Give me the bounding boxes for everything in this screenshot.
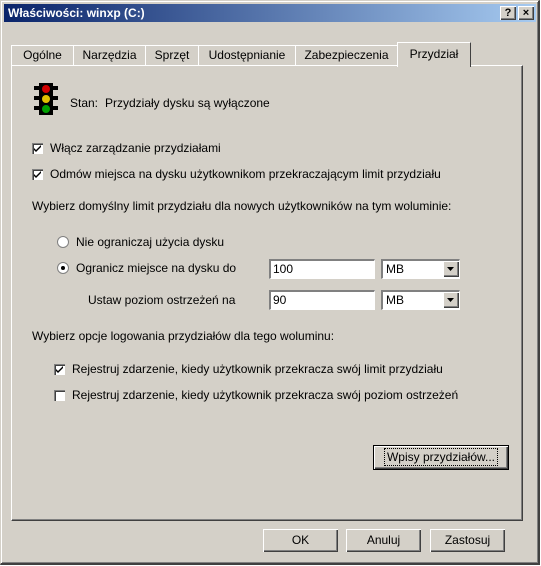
status-label: Stan: [70,96,99,110]
limit-unit-select[interactable]: MB [381,259,460,279]
window-title: Właściwości: winxp (C:) [8,6,145,20]
no-limit-label[interactable]: Nie ograniczaj użycia dysku [76,235,224,249]
limit-unit-value: MB [386,262,404,276]
warning-unit-select[interactable]: MB [381,290,460,310]
enable-quota-label[interactable]: Włącz zarządzanie przydziałami [50,141,221,155]
tab-general[interactable]: Ogólne [11,45,74,66]
cancel-button[interactable]: Anuluj [346,529,421,552]
help-icon: ? [504,7,512,19]
checkmark-icon [34,145,41,152]
log-warning-label[interactable]: Rejestruj zdarzenie, kiedy użytkownik pr… [72,388,458,402]
no-limit-radio[interactable] [57,236,69,248]
title-bar[interactable]: Właściwości: winxp (C:) ? × [4,4,536,22]
traffic-light-icon [32,82,60,116]
deny-space-label[interactable]: Odmów miejsca na dysku użytkownikom prze… [50,167,441,181]
quota-panel: Stan: Przydziały dysku są wyłączone Włąc… [11,65,523,521]
tab-tools[interactable]: Narzędzia [73,45,146,66]
warning-label: Ustaw poziom ostrzeżeń na [88,293,236,307]
properties-dialog: Właściwości: winxp (C:) ? × Ogólne Narzę… [0,0,540,565]
help-button[interactable]: ? [500,6,516,20]
tab-sharing[interactable]: Udostępnianie [198,45,296,66]
quota-entries-button[interactable]: Wpisy przydziałów... [373,445,509,470]
warning-input[interactable]: 90 [269,290,375,310]
warning-unit-value: MB [386,293,404,307]
tab-hardware[interactable]: Sprzęt [145,45,199,66]
checkmark-icon [34,171,41,178]
ok-button[interactable]: OK [263,529,338,552]
limit-radio[interactable] [57,262,69,274]
checkmark-icon [56,366,63,373]
log-warning-checkbox[interactable] [54,390,65,401]
close-button[interactable]: × [518,6,534,20]
log-limit-checkbox[interactable] [54,364,65,375]
logging-heading: Wybierz opcje logowania przydziałów dla … [32,329,335,343]
tab-quota[interactable]: Przydział [397,42,471,67]
apply-button[interactable]: Zastosuj [430,529,505,552]
enable-quota-checkbox[interactable] [32,143,43,154]
log-limit-label[interactable]: Rejestruj zdarzenie, kiedy użytkownik pr… [72,362,443,376]
limit-input[interactable]: 100 [269,259,375,279]
chevron-down-icon[interactable] [443,292,459,308]
chevron-down-icon[interactable] [443,261,459,277]
close-icon: × [522,7,530,19]
tab-security[interactable]: Zabezpieczenia [295,45,398,66]
quota-entries-label: Wpisy przydziałów... [383,448,499,466]
status-text: Przydziały dysku są wyłączone [105,96,270,110]
limit-label[interactable]: Ogranicz miejsce na dysku do [76,261,236,275]
default-limit-heading: Wybierz domyślny limit przydziału dla no… [32,199,452,213]
deny-space-checkbox[interactable] [32,169,43,180]
